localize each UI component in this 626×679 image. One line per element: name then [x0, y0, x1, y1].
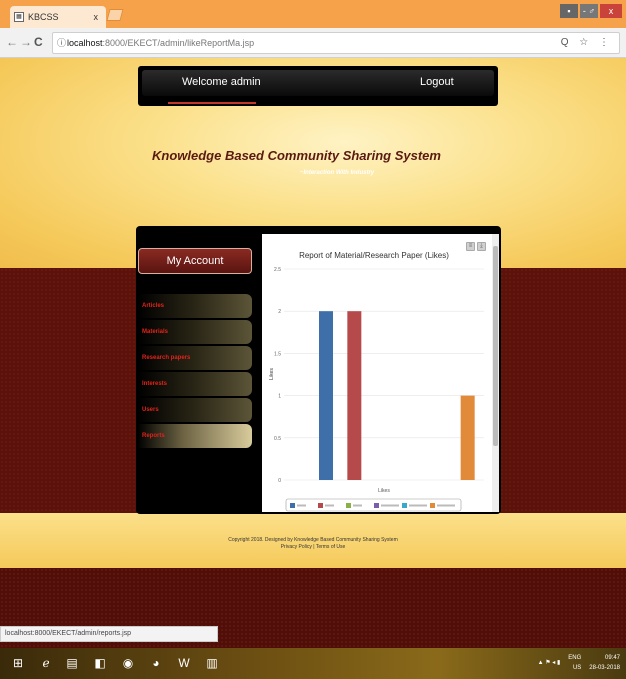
active-nav-underline: [168, 102, 256, 104]
y-tick-label: 1.5: [274, 351, 281, 357]
close-window-button[interactable]: x: [600, 4, 622, 18]
sidebar-item-materials[interactable]: Materials: [138, 320, 252, 344]
legend-label-6: [437, 504, 455, 507]
sidebar-item-reports[interactable]: Reports: [138, 424, 252, 448]
site-subtitle: ~Interaction With Industry: [300, 170, 375, 176]
chart-panel: ≡ ⤓ Report of Material/Research Paper (L…: [262, 234, 492, 512]
legend-swatch-6[interactable]: [430, 503, 435, 508]
language-indicator[interactable]: ENG US: [568, 653, 581, 673]
zoom-bookmark-menu-icons[interactable]: Q ☆ ⋮: [561, 33, 613, 53]
legend-label-4: [381, 504, 399, 507]
chart-title: Report of Material/Research Paper (Likes…: [299, 251, 449, 260]
new-tab-button[interactable]: [106, 9, 124, 21]
y-tick-label: 2.5: [274, 267, 281, 273]
reload-icon[interactable]: C: [34, 35, 43, 49]
legend-swatch-5[interactable]: [402, 503, 407, 508]
app-icon[interactable]: ◧: [92, 655, 108, 671]
bar-series-2[interactable]: [347, 311, 362, 480]
y-tick-label: 0.5: [274, 436, 281, 442]
clock[interactable]: 09:47 28-03-2018: [589, 653, 620, 673]
address-bar-row: ← → C ⓘ localhost:8000/EKECT/admin/likeR…: [0, 28, 626, 58]
footer-links[interactable]: Privacy Policy | Terms of Use: [0, 544, 626, 550]
legend-swatch-4[interactable]: [374, 503, 379, 508]
chart-legend[interactable]: [285, 498, 462, 512]
footer-band: Copyright 2018. Designed by Knowledge Ba…: [0, 513, 626, 568]
legend-label-3: [353, 504, 362, 507]
legend-label-5: [409, 504, 427, 507]
sidebar-item-articles[interactable]: Articles: [138, 294, 252, 318]
document-icon[interactable]: ▥: [204, 655, 220, 671]
scroll-thumb[interactable]: [493, 246, 498, 446]
system-tray: ▲ ⚑ ◂ ▮ ENG US 09:47 28-03-2018: [538, 653, 620, 673]
y-tick-label: 0: [278, 478, 281, 484]
legend-swatch-2[interactable]: [318, 503, 323, 508]
y-tick-label: 2: [278, 309, 281, 315]
sidebar-item-research-papers[interactable]: Research papers: [138, 346, 252, 370]
my-account-button[interactable]: My Account: [138, 248, 252, 274]
chart-scrollbar[interactable]: [492, 234, 499, 512]
start-windows-icon[interactable]: ⊞: [10, 655, 26, 671]
chart-toolbar: ≡ ⤓: [466, 242, 486, 251]
nav-welcome-link[interactable]: Welcome admin: [182, 76, 261, 88]
chrome-icon[interactable]: ◕: [148, 655, 164, 671]
content-box: My Account Articles Materials Research p…: [136, 226, 501, 514]
forward-icon[interactable]: →: [20, 35, 32, 49]
sidebar: My Account Articles Materials Research p…: [136, 226, 258, 514]
legend-label-1: [297, 504, 306, 507]
legend-label-2: [325, 504, 334, 507]
sidebar-item-users[interactable]: Users: [138, 398, 252, 422]
profile-icon[interactable]: ▪: [560, 4, 578, 18]
nav-bar: Welcome admin Logout: [142, 70, 494, 96]
legend-swatch-1[interactable]: [290, 503, 295, 508]
chart-y-axis-label: Likes: [269, 368, 275, 380]
tab-close-icon[interactable]: x: [94, 12, 99, 22]
url-path: :8000/EKECT/admin/likeReportMa.jsp: [102, 38, 255, 48]
browser-tab[interactable]: ▦ KBCSS x: [10, 6, 106, 28]
taskbar: ⊞ ℯ ▤ ◧ ◉ ◕ W ▥ ▲ ⚑ ◂ ▮ ENG US 09:47 28-03…: [0, 648, 626, 679]
chart-x-axis-label: Likes: [378, 488, 390, 494]
info-icon[interactable]: ⓘ: [57, 33, 66, 53]
chart-download-icon[interactable]: ⤓: [477, 242, 486, 251]
bar-series-6[interactable]: [460, 395, 475, 480]
status-bar-url: localhost:8000/EKECT/admin/reports.jsp: [0, 626, 218, 642]
browser-titlebar: ▦ KBCSS x ▪ - ♂ x: [0, 0, 626, 28]
sidebar-item-interests[interactable]: Interests: [138, 372, 252, 396]
page-viewport: Copyright 2018. Designed by Knowledge Ba…: [0, 58, 626, 648]
url-host: localhost: [67, 38, 103, 48]
media-player-icon[interactable]: ◉: [120, 655, 136, 671]
word-icon[interactable]: W: [176, 655, 192, 671]
logout-link[interactable]: Logout: [420, 76, 454, 88]
url-field[interactable]: ⓘ localhost:8000/EKECT/admin/likeReportM…: [52, 32, 620, 54]
minimize-maximize-button[interactable]: - ♂: [580, 4, 598, 18]
bar-series-1[interactable]: [319, 311, 333, 480]
page-favicon-icon: ▦: [14, 12, 24, 22]
tray-icons[interactable]: ▲ ⚑ ◂ ▮: [538, 658, 561, 668]
y-tick-label: 1: [278, 394, 281, 400]
likes-bar-chart: Report of Material/Research Paper (Likes…: [269, 251, 484, 512]
file-explorer-icon[interactable]: ▤: [64, 655, 80, 671]
back-icon[interactable]: ←: [6, 35, 18, 49]
chart-menu-icon[interactable]: ≡: [466, 242, 475, 251]
chart-gridlines: 0 0.5 1 1.5 2 2.5: [274, 267, 484, 484]
window-controls: ▪ - ♂ x: [560, 4, 622, 18]
tab-title: KBCSS: [28, 12, 59, 22]
copyright-text: Copyright 2018. Designed by Knowledge Ba…: [228, 537, 398, 543]
top-navigation: Welcome admin Logout: [138, 66, 498, 106]
site-title: Knowledge Based Community Sharing System: [152, 148, 441, 163]
legend-swatch-3[interactable]: [346, 503, 351, 508]
edge-browser-icon[interactable]: ℯ: [38, 655, 54, 671]
